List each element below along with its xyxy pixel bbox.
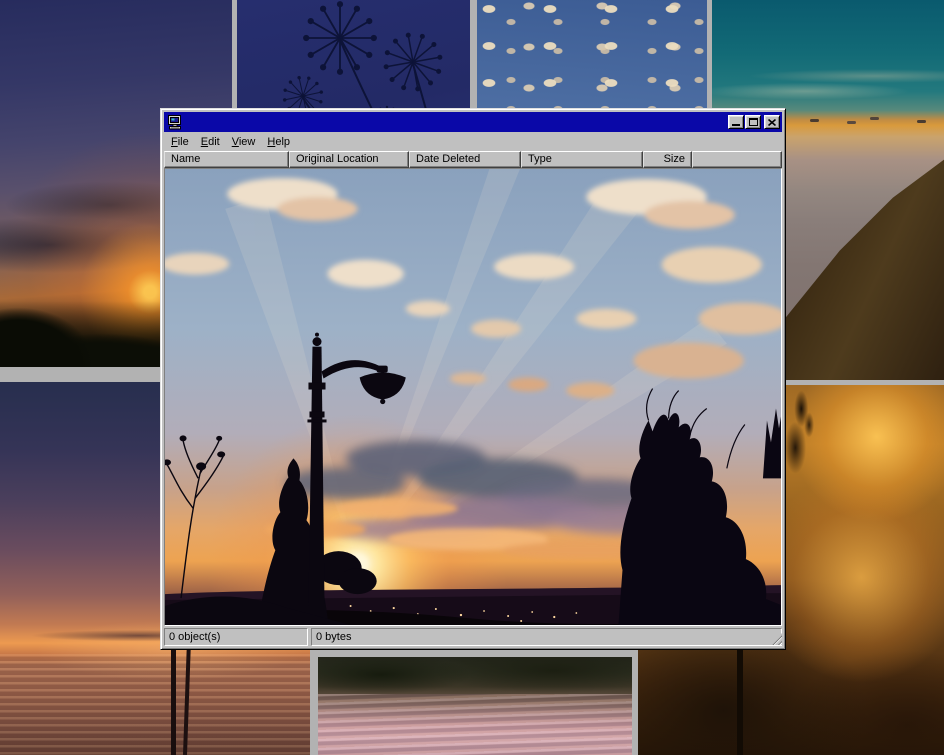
maximize-button[interactable] <box>745 115 761 129</box>
column-header-name[interactable]: Name <box>164 151 289 168</box>
menu-help[interactable]: Help <box>261 134 296 150</box>
computer-icon <box>167 114 183 130</box>
sunset-lamppost-photo <box>165 169 781 625</box>
pink-reflection-ripples <box>318 694 632 755</box>
close-button[interactable] <box>764 115 780 129</box>
status-object-count: 0 object(s) <box>164 628 308 646</box>
column-header-empty[interactable] <box>692 151 782 168</box>
list-view-area[interactable] <box>164 168 782 626</box>
menu-view[interactable]: View <box>226 134 262 150</box>
column-header-row: Name Original Location Date Deleted Type… <box>164 151 782 168</box>
close-icon <box>768 119 776 126</box>
column-header-date-deleted[interactable]: Date Deleted <box>409 151 521 168</box>
minimize-button[interactable] <box>728 115 744 129</box>
pole-silhouette <box>737 648 743 755</box>
recycle-bin-window: File Edit View Help Name Original Locati… <box>160 108 786 650</box>
menu-file[interactable]: File <box>165 134 195 150</box>
status-bar: 0 object(s) 0 bytes <box>164 628 782 646</box>
column-header-size[interactable]: Size <box>643 151 692 168</box>
status-byte-count: 0 bytes <box>311 628 782 646</box>
menu-bar: File Edit View Help <box>164 132 782 151</box>
minimize-icon <box>732 124 740 126</box>
water-pole <box>171 632 176 755</box>
column-header-type[interactable]: Type <box>521 151 643 168</box>
water-ripples <box>0 654 310 755</box>
wallpaper-tile-water-reflection <box>318 657 632 755</box>
menu-edit[interactable]: Edit <box>195 134 226 150</box>
column-header-original-location[interactable]: Original Location <box>289 151 409 168</box>
maximize-icon <box>749 118 758 126</box>
titlebar[interactable] <box>164 112 782 132</box>
